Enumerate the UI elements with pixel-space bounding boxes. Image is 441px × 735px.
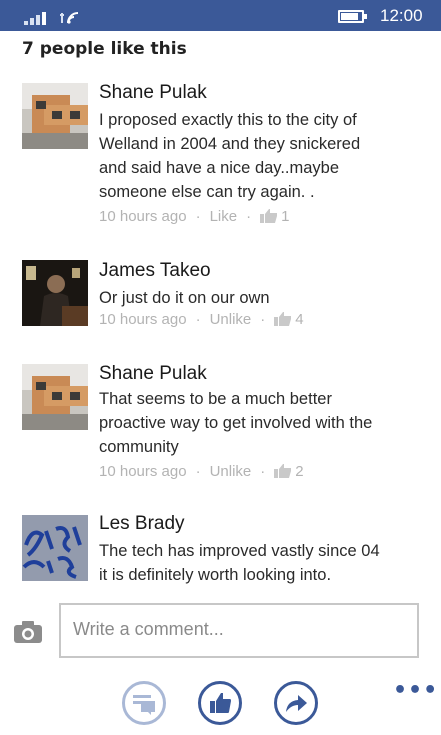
signal-strength-icon bbox=[24, 9, 50, 25]
likes-count-header[interactable]: 7 people like this bbox=[22, 39, 187, 59]
comment-meta: 10 hours ago · Unlike · 4 bbox=[99, 311, 304, 330]
comment-text: I proposed exactly this to the city of W… bbox=[99, 111, 361, 201]
comments-icon bbox=[133, 695, 155, 715]
comment-author[interactable]: Shane Pulak bbox=[99, 363, 207, 385]
unlike-link[interactable]: Unlike bbox=[210, 311, 252, 328]
like-link[interactable]: Like bbox=[210, 208, 238, 225]
camera-icon[interactable] bbox=[13, 620, 43, 644]
share-arrow-icon bbox=[286, 695, 307, 712]
status-clock: 12:00 bbox=[380, 6, 423, 25]
comment-author[interactable]: James Takeo bbox=[99, 260, 211, 282]
comment-meta: 10 hours ago · Unlike · 2 bbox=[99, 463, 304, 482]
comment-text: Or just do it on our own bbox=[99, 289, 270, 307]
unlike-link[interactable]: Unlike bbox=[210, 463, 252, 480]
share-button[interactable] bbox=[274, 681, 318, 725]
avatar[interactable] bbox=[22, 364, 88, 430]
comment-text: The tech has improved vastly since 04 it… bbox=[99, 542, 380, 584]
comment-text: That seems to be a much better proactive… bbox=[99, 390, 373, 456]
comment-input[interactable]: Write a comment... bbox=[59, 603, 419, 658]
thumbs-up-icon bbox=[274, 311, 292, 330]
more-icon[interactable]: ••• bbox=[393, 678, 438, 703]
comment-meta: 10 hours ago · Like · 1 bbox=[99, 208, 290, 227]
like-count: 2 bbox=[295, 463, 304, 480]
comment-author[interactable]: Les Brady bbox=[99, 513, 185, 535]
like-count: 4 bbox=[295, 311, 304, 328]
comment-time: 10 hours ago bbox=[99, 208, 187, 225]
thumbs-up-icon bbox=[274, 463, 292, 482]
status-bar: 12:00 bbox=[0, 0, 441, 31]
comment-author[interactable]: Shane Pulak bbox=[99, 82, 207, 104]
like-count: 1 bbox=[281, 208, 290, 225]
avatar[interactable] bbox=[22, 83, 88, 149]
comment-time: 10 hours ago bbox=[99, 463, 187, 480]
thumbs-up-icon bbox=[210, 693, 231, 713]
like-button[interactable] bbox=[198, 681, 242, 725]
avatar[interactable] bbox=[22, 515, 88, 581]
comment-list: Shane Pulak I proposed exactly this to t… bbox=[0, 70, 441, 595]
wifi-icon bbox=[60, 12, 79, 24]
avatar[interactable] bbox=[22, 260, 88, 326]
comments-button[interactable] bbox=[122, 681, 166, 725]
thumbs-up-icon bbox=[260, 208, 278, 227]
battery-icon bbox=[338, 10, 367, 23]
comment-time: 10 hours ago bbox=[99, 311, 187, 328]
